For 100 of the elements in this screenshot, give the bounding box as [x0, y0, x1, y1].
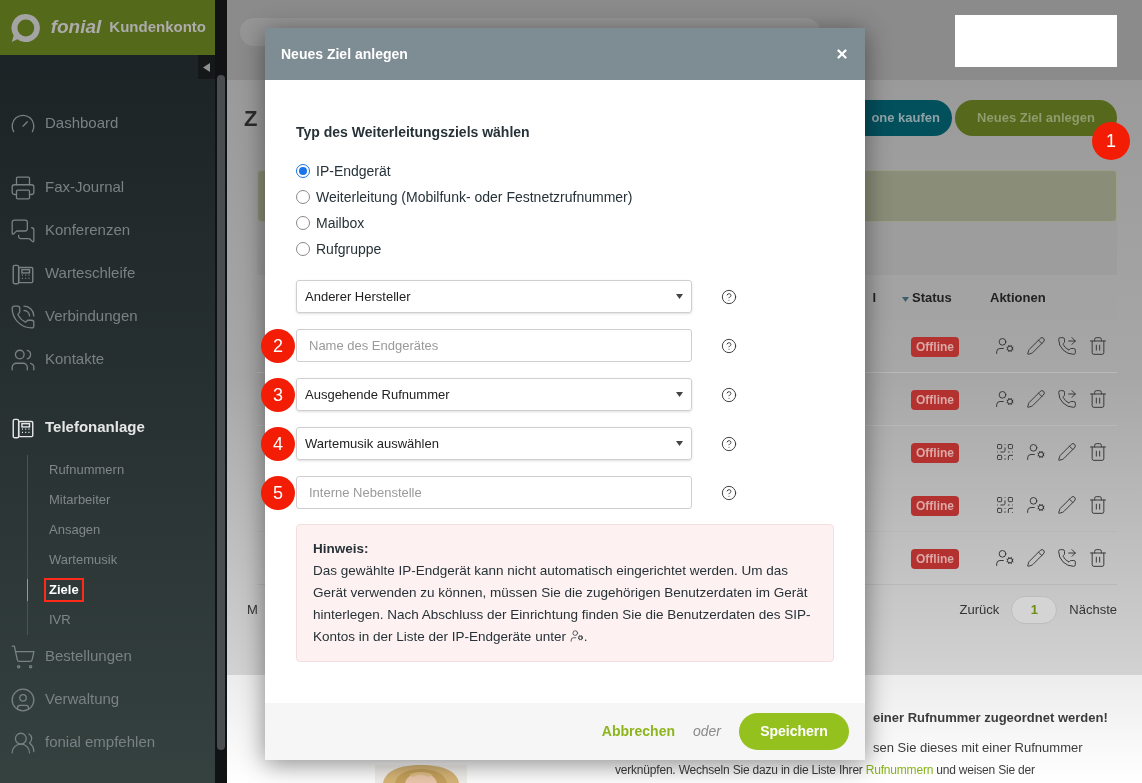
collapse-button[interactable]	[198, 55, 215, 79]
user-settings-icon[interactable]	[995, 548, 1015, 568]
dropdown[interactable]: Wartemusik auswählen	[296, 427, 692, 460]
sidebar-item[interactable]: Dashboard	[0, 102, 215, 145]
dropdown[interactable]: Anderer Hersteller	[296, 280, 692, 313]
help-icon[interactable]	[721, 484, 737, 501]
sidebar-subitem[interactable]: Mitarbeiter	[48, 490, 112, 510]
dialog-title: Neues Ziel anlegen	[281, 44, 408, 64]
radio-button[interactable]	[296, 216, 310, 230]
status-tag: Offline	[911, 337, 959, 357]
sidebar-subitem[interactable]: Wartemusik	[48, 550, 119, 570]
cancel-link[interactable]: Abbrechen	[601, 721, 675, 742]
trash-icon[interactable]	[1088, 336, 1108, 356]
phone-forward-icon[interactable]	[1057, 548, 1077, 568]
edit-icon[interactable]	[1026, 389, 1046, 409]
status-tag: Offline	[911, 443, 959, 463]
radio-option[interactable]: Weiterleitung (Mobilfunk- oder Festnetzrufnummer)	[296, 184, 834, 210]
sidebar-item[interactable]: Warteschleife	[0, 252, 215, 295]
radio-option[interactable]: Mailbox	[296, 210, 834, 236]
sidebar-item[interactable]: Fax-Journal	[0, 166, 215, 209]
page-heading: Z	[244, 104, 258, 133]
next-link[interactable]: Nächste	[1069, 600, 1117, 620]
column-header[interactable]: l	[872, 287, 876, 308]
brand-name: fonial	[50, 15, 102, 40]
text-field[interactable]: Interne Nebenstelle	[296, 476, 692, 509]
trash-icon[interactable]	[1088, 548, 1108, 568]
sidebar-item[interactable]: Verwaltung	[0, 678, 215, 721]
chat-icon	[10, 217, 36, 244]
status-tag: Offline	[911, 390, 959, 410]
phone-forward-icon[interactable]	[1057, 336, 1077, 356]
sidebar-subitem[interactable]: Rufnummern	[48, 460, 126, 480]
radio-button[interactable]	[296, 164, 310, 178]
scrollbar[interactable]	[215, 0, 227, 783]
caret-left-icon	[203, 62, 210, 72]
notice-title: Hinweis:	[313, 540, 370, 558]
sidebar-item[interactable]: Verbindungen	[0, 295, 215, 338]
sidebar-subitem[interactable]: Ansagen	[48, 520, 102, 540]
help-icon[interactable]	[721, 337, 737, 354]
edit-icon[interactable]	[1026, 548, 1046, 568]
edit-icon[interactable]	[1026, 336, 1046, 356]
previous-link[interactable]: Zurück	[959, 600, 1000, 620]
step-marker: 5	[261, 476, 295, 510]
edit-icon[interactable]	[1057, 495, 1077, 515]
user-settings-icon[interactable]	[995, 389, 1015, 409]
sidebar-item[interactable]: fonial empfehlen	[0, 721, 215, 764]
radio-option[interactable]: Rufgruppe	[296, 236, 834, 262]
section-label: Typ des Weiterleitungsziels wählen	[296, 123, 531, 142]
info-text: verknüpfen. Wechseln Sie dazu in die Liste Ihrer Rufnummern und weisen Sie der	[615, 762, 1036, 779]
user-settings-icon[interactable]	[1026, 442, 1046, 462]
text-field[interactable]: Name des Endgerätes	[296, 329, 692, 362]
help-icon[interactable]	[721, 435, 737, 452]
radio-button[interactable]	[296, 242, 310, 256]
user-settings-icon[interactable]	[1026, 495, 1046, 515]
step-marker: 4	[261, 427, 295, 461]
close-button[interactable]	[835, 47, 849, 61]
cart-icon	[10, 643, 36, 670]
phone-forward-icon[interactable]	[1057, 389, 1077, 409]
edit-icon[interactable]	[1057, 442, 1077, 462]
dropdown[interactable]: Ausgehende Rufnummer	[296, 378, 692, 411]
qr-code-icon[interactable]	[995, 495, 1015, 515]
radio-button[interactable]	[296, 190, 310, 204]
printer-icon	[10, 174, 36, 201]
sidebar-item[interactable]: Kontakte	[0, 338, 215, 381]
footer-text: M	[247, 601, 258, 620]
caret-down-icon	[676, 441, 683, 446]
info-heading: einer Rufnummer zugeordnet werden!	[873, 709, 1109, 727]
trash-icon[interactable]	[1088, 495, 1108, 515]
help-icon[interactable]	[721, 386, 737, 403]
trash-icon[interactable]	[1088, 389, 1108, 409]
radio-option[interactable]: IP-Endgerät	[296, 158, 834, 184]
sort-icon[interactable]	[902, 297, 909, 302]
user-settings-icon	[569, 629, 584, 643]
product-name: Kundenkonto	[109, 17, 206, 38]
caret-down-icon	[676, 294, 683, 299]
user-settings-icon[interactable]	[995, 336, 1015, 356]
numbers-link[interactable]: Rufnummern	[865, 763, 934, 777]
sidebar-item[interactable]: Telefonanlage	[0, 406, 215, 449]
status-tag: Offline	[911, 549, 959, 569]
column-header[interactable]: Aktionen	[990, 287, 1046, 308]
user-circle-icon	[10, 686, 36, 713]
trash-icon[interactable]	[1088, 442, 1108, 462]
page-number[interactable]: 1	[1011, 596, 1058, 624]
help-icon[interactable]	[721, 288, 737, 305]
sidebar-item[interactable]: Konferenzen	[0, 209, 215, 252]
save-button[interactable]: Speichern	[739, 713, 849, 750]
step-marker: 3	[261, 378, 295, 412]
sidebar-item[interactable]: Bestellungen	[0, 635, 215, 678]
notice-text: Das gewählte IP-Endgerät kann nicht automatisch eingerichtet werden. Um das Gerät verwenden zu können, müssen Sie die zugehörigen Benutzerdaten im Gerät hinterlegen. Nach Abschluss der Einrichtung finden Sie die Benutzerdaten des SIP-Kontos in der Liste der IP-Endgeräte unter .	[313, 562, 812, 646]
sidebar-subitem[interactable]: Ziele	[44, 578, 84, 602]
step-marker: 2	[261, 329, 295, 363]
status-tag: Offline	[911, 496, 959, 516]
caret-down-icon	[676, 392, 683, 397]
column-header[interactable]: Status	[912, 287, 952, 308]
info-text: sen Sie dieses mit einer Rufnummer	[873, 738, 1084, 757]
phone-call-icon	[10, 303, 36, 330]
close-icon	[835, 47, 849, 61]
step-marker: 1	[1092, 122, 1130, 160]
qr-code-icon[interactable]	[995, 442, 1015, 462]
sidebar-subitem[interactable]: IVR	[48, 610, 72, 630]
or-text: oder	[692, 722, 721, 741]
